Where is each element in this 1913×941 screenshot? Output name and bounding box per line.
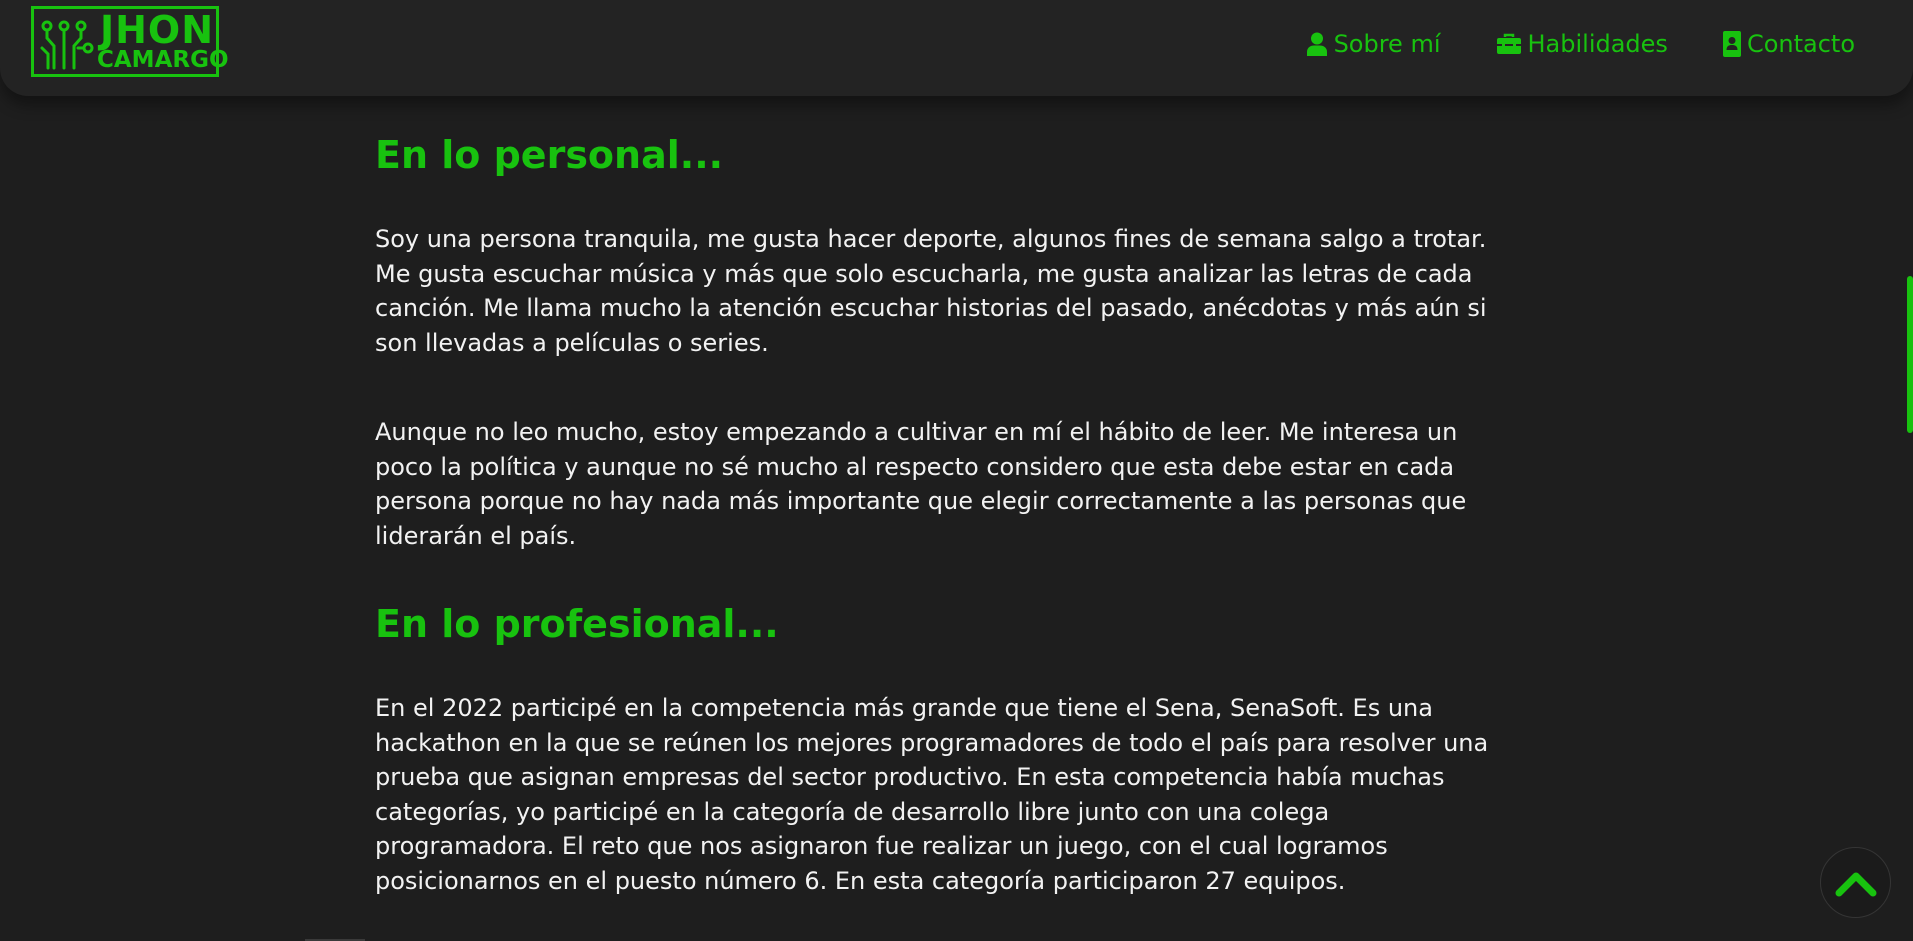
chevron-up-icon [1835, 872, 1876, 896]
site-header: JHON CAMARGO Sobre mí Habilidades Contac… [0, 0, 1913, 96]
personal-paragraph: Soy una persona tranquila, me gusta hace… [375, 225, 1487, 357]
contact-card-icon [1722, 31, 1741, 57]
nav-item-habilidades[interactable]: Habilidades [1496, 30, 1668, 58]
profesional-paragraph: En el 2022 participé en la competencia m… [375, 694, 1489, 895]
nav-item-sobre-mi[interactable]: Sobre mí [1306, 30, 1441, 58]
logo[interactable]: JHON CAMARGO [31, 6, 229, 77]
scrollbar-thumb[interactable] [1907, 276, 1913, 433]
nav-item-label: Habilidades [1527, 30, 1668, 58]
logo-line-2: CAMARGO [97, 47, 229, 73]
user-icon [1306, 32, 1327, 56]
personal-paragraph: Aunque no leo mucho, estoy empezando a c… [375, 418, 1467, 550]
main-nav: Sobre mí Habilidades Contacto [1306, 30, 1855, 58]
nav-item-contacto[interactable]: Contacto [1722, 30, 1855, 58]
nav-item-label: Contacto [1746, 30, 1855, 58]
section-heading-personal: En lo personal... [375, 133, 724, 177]
section-heading-profesional: En lo profesional... [375, 602, 779, 646]
circuit-icon [40, 20, 94, 70]
back-to-top-button[interactable] [1820, 847, 1891, 918]
nav-item-label: Sobre mí [1333, 30, 1441, 58]
logo-text: JHON CAMARGO [97, 8, 229, 73]
toolbox-icon [1496, 33, 1521, 54]
logo-line-1: JHON [99, 8, 215, 52]
